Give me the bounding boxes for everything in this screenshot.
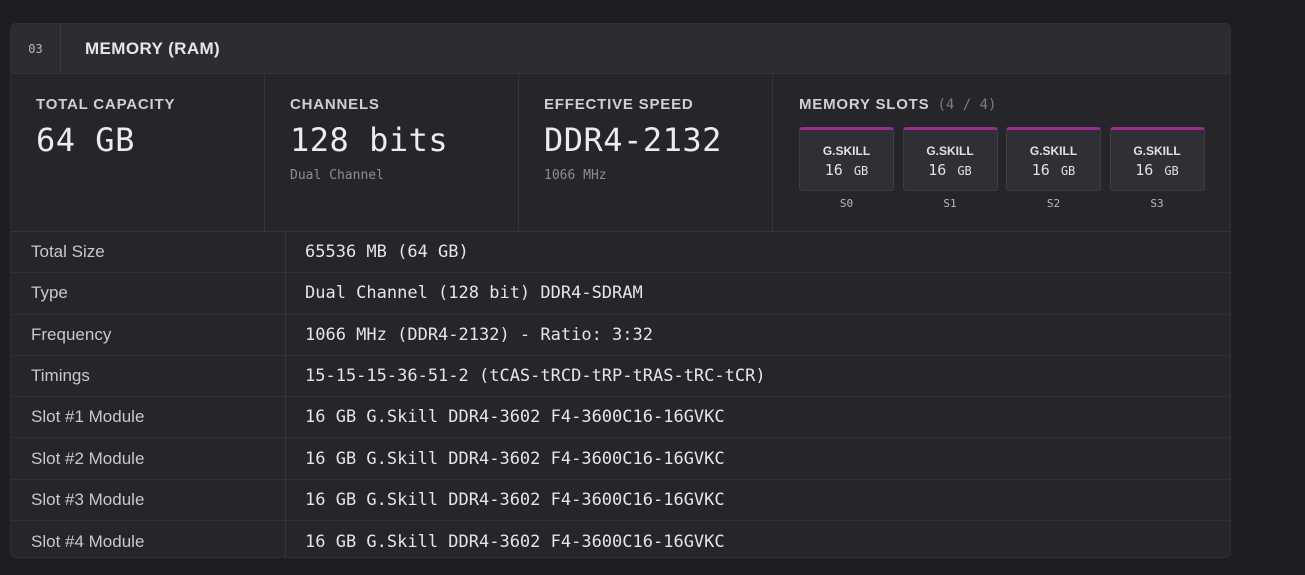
stat-value: 128 bits <box>290 121 449 159</box>
stat-value: 64 GB <box>36 121 135 159</box>
slot-brand: G.SKILL <box>926 144 974 158</box>
stat-label: CHANNELS <box>290 96 380 113</box>
memory-details-table: Total Size 65536 MB (64 GB) Type Dual Ch… <box>11 232 1230 557</box>
stat-label: EFFECTIVE SPEED <box>544 96 694 113</box>
memory-slot: G.SKILL 16 GB S1 <box>902 127 998 210</box>
slot-brand: G.SKILL <box>1029 144 1078 158</box>
memory-slot: G.SKILL 16 GB S0 <box>799 127 894 210</box>
row-key: Slot #3 Module <box>11 479 286 521</box>
table-row: Slot #1 Module 16 GB G.Skill DDR4-3602 F… <box>11 397 1230 439</box>
panel-header: 03 MEMORY (RAM) <box>11 24 1230 74</box>
row-key: Frequency <box>11 314 286 355</box>
row-value: 16 GB G.Skill DDR4-3602 F4-3600C16-16GVK… <box>305 531 725 552</box>
slot-size-unit: GB <box>1060 164 1076 178</box>
memory-slots: MEMORY SLOTS (4 / 4) G.SKILL 16 GB S0 G.S… <box>773 74 1230 231</box>
slot-brand: G.SKILL <box>1133 144 1181 158</box>
row-value: 15-15-15-36-51-2 (tCAS-tRCD-tRP-tRAS-tRC… <box>305 366 766 387</box>
row-value: 65536 MB (64 GB) <box>305 242 469 263</box>
row-value: Dual Channel (128 bit) DDR4-SDRAM <box>305 283 643 304</box>
row-key: Type <box>11 273 286 314</box>
stat-subtext: Dual Channel <box>290 168 384 183</box>
memory-slots-label: MEMORY SLOTS <box>799 96 930 113</box>
section-number: 03 <box>11 24 61 73</box>
slot-size-unit: GB <box>853 164 869 178</box>
table-row: Total Size 65536 MB (64 GB) <box>11 232 1230 274</box>
memory-slots-count: (4 / 4) <box>937 97 997 113</box>
slot-card: G.SKILL 16 GB <box>1006 127 1101 191</box>
slot-size: 16 GB <box>1111 161 1204 179</box>
slot-size: 16 GB <box>800 161 893 179</box>
slots-row: G.SKILL 16 GB S0 G.SKILL 16 GB S1 G.SKIL… <box>799 127 1230 210</box>
table-row: Frequency 1066 MHz (DDR4-2132) - Ratio: … <box>11 314 1230 356</box>
table-row: Slot #2 Module 16 GB G.Skill DDR4-3602 F… <box>11 438 1230 480</box>
stats-row: TOTAL CAPACITY 64 GB CHANNELS 128 bits D… <box>11 74 1230 232</box>
memory-panel: 03 MEMORY (RAM) TOTAL CAPACITY 64 GB CHA… <box>10 23 1231 558</box>
slot-card: G.SKILL 16 GB <box>902 127 998 191</box>
slot-id: S3 <box>1150 197 1164 210</box>
stat-subtext: 1066 MHz <box>544 168 607 183</box>
table-row: Slot #4 Module 16 GB G.Skill DDR4-3602 F… <box>11 521 1230 557</box>
section-title: MEMORY (RAM) <box>85 38 221 58</box>
row-key: Slot #1 Module <box>11 397 286 438</box>
memory-slot: G.SKILL 16 GB S2 <box>1006 127 1101 210</box>
slot-id: S0 <box>839 197 854 210</box>
slot-size: 16 GB <box>1007 161 1100 179</box>
stat-label: TOTAL CAPACITY <box>36 96 176 113</box>
row-value: 16 GB G.Skill DDR4-3602 F4-3600C16-16GVK… <box>305 448 725 469</box>
slot-size-value: 16 <box>928 161 947 179</box>
table-row: Type Dual Channel (128 bit) DDR4-SDRAM <box>11 273 1230 315</box>
row-key: Total Size <box>11 232 286 273</box>
table-row: Timings 15-15-15-36-51-2 (tCAS-tRCD-tRP-… <box>11 355 1230 398</box>
slot-size-value: 16 <box>1031 161 1050 179</box>
slot-size: 16 GB <box>904 161 997 179</box>
row-key: Slot #4 Module <box>11 521 286 557</box>
slot-size-value: 16 <box>824 161 843 179</box>
slot-card: G.SKILL 16 GB <box>1109 127 1205 191</box>
row-value: 1066 MHz (DDR4-2132) - Ratio: 3:32 <box>305 324 653 345</box>
slot-brand: G.SKILL <box>822 144 871 158</box>
slot-id: S2 <box>1046 197 1061 210</box>
stat-value: DDR4-2132 <box>544 121 722 159</box>
slot-size-value: 16 <box>1135 161 1154 179</box>
stat-total-capacity: TOTAL CAPACITY 64 GB <box>11 74 265 231</box>
row-value: 16 GB G.Skill DDR4-3602 F4-3600C16-16GVK… <box>305 407 725 428</box>
slot-size-unit: GB <box>1164 164 1179 178</box>
slot-size-unit: GB <box>957 164 972 178</box>
row-key: Slot #2 Module <box>11 438 286 479</box>
row-key: Timings <box>11 355 286 397</box>
row-value: 16 GB G.Skill DDR4-3602 F4-3600C16-16GVK… <box>305 489 725 510</box>
stat-channels: CHANNELS 128 bits Dual Channel <box>265 74 519 231</box>
slot-card: G.SKILL 16 GB <box>799 127 894 191</box>
memory-slots-heading: MEMORY SLOTS (4 / 4) <box>799 96 1230 113</box>
slot-id: S1 <box>943 197 957 210</box>
stat-effective-speed: EFFECTIVE SPEED DDR4-2132 1066 MHz <box>519 74 773 231</box>
table-row: Slot #3 Module 16 GB G.Skill DDR4-3602 F… <box>11 479 1230 522</box>
memory-slot: G.SKILL 16 GB S3 <box>1109 127 1205 210</box>
